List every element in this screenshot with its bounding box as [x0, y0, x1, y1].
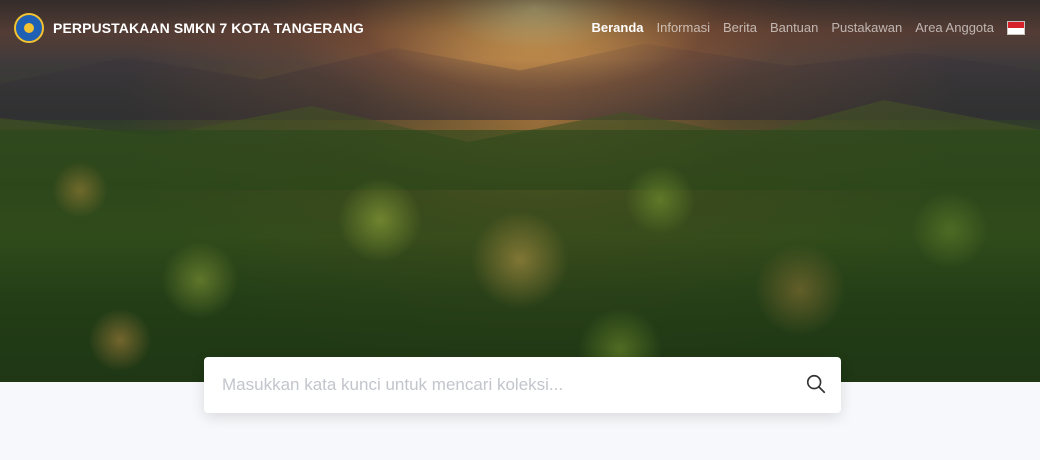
nav-item-informasi[interactable]: Informasi — [657, 20, 710, 35]
nav-item-area-anggota[interactable]: Area Anggota — [915, 20, 994, 35]
nav-item-beranda[interactable]: Beranda — [591, 20, 643, 35]
indonesia-flag-icon[interactable] — [1007, 20, 1025, 35]
brand[interactable]: PERPUSTAKAAN SMKN 7 KOTA TANGERANG — [14, 13, 364, 43]
nav-item-pustakawan[interactable]: Pustakawan — [831, 20, 902, 35]
school-emblem-icon — [14, 13, 44, 43]
top-navbar: PERPUSTAKAAN SMKN 7 KOTA TANGERANG Beran… — [0, 0, 1040, 58]
search-icon[interactable] — [805, 373, 827, 395]
main-menu: Beranda Informasi Berita Bantuan Pustaka… — [578, 20, 1025, 35]
nav-item-berita[interactable]: Berita — [723, 20, 757, 35]
nav-item-bantuan[interactable]: Bantuan — [770, 20, 818, 35]
hero-forest — [0, 130, 1040, 382]
search-box — [204, 357, 841, 413]
search-input[interactable] — [222, 365, 782, 405]
brand-name: PERPUSTAKAAN SMKN 7 KOTA TANGERANG — [53, 20, 364, 36]
